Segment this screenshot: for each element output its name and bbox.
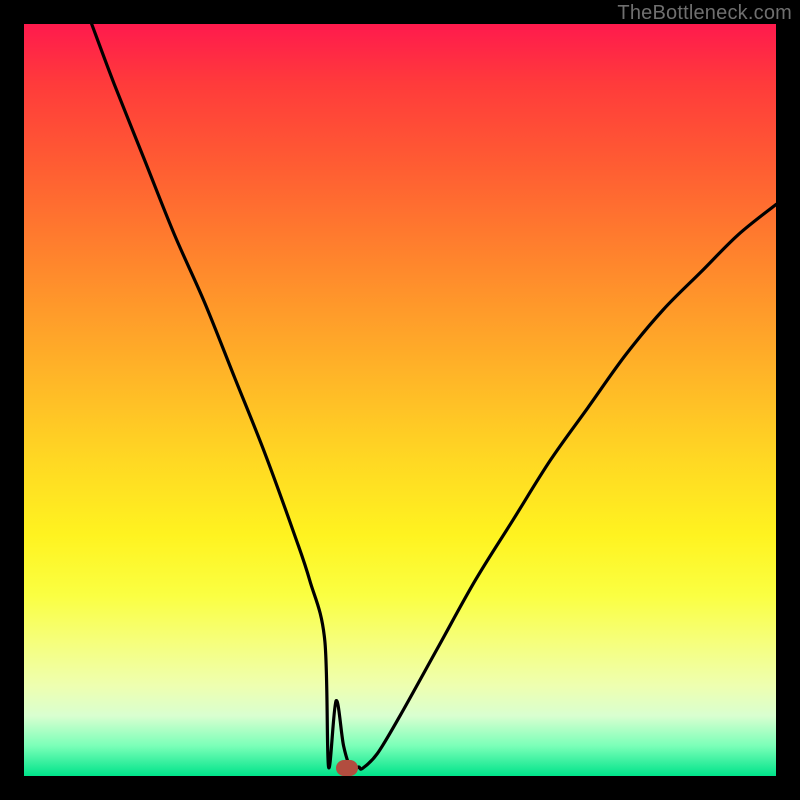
watermark-text: TheBottleneck.com — [617, 2, 792, 25]
chart-frame: TheBottleneck.com — [0, 0, 800, 800]
plot-area — [24, 24, 776, 776]
minimum-marker — [336, 760, 358, 776]
bottleneck-curve — [24, 24, 776, 776]
